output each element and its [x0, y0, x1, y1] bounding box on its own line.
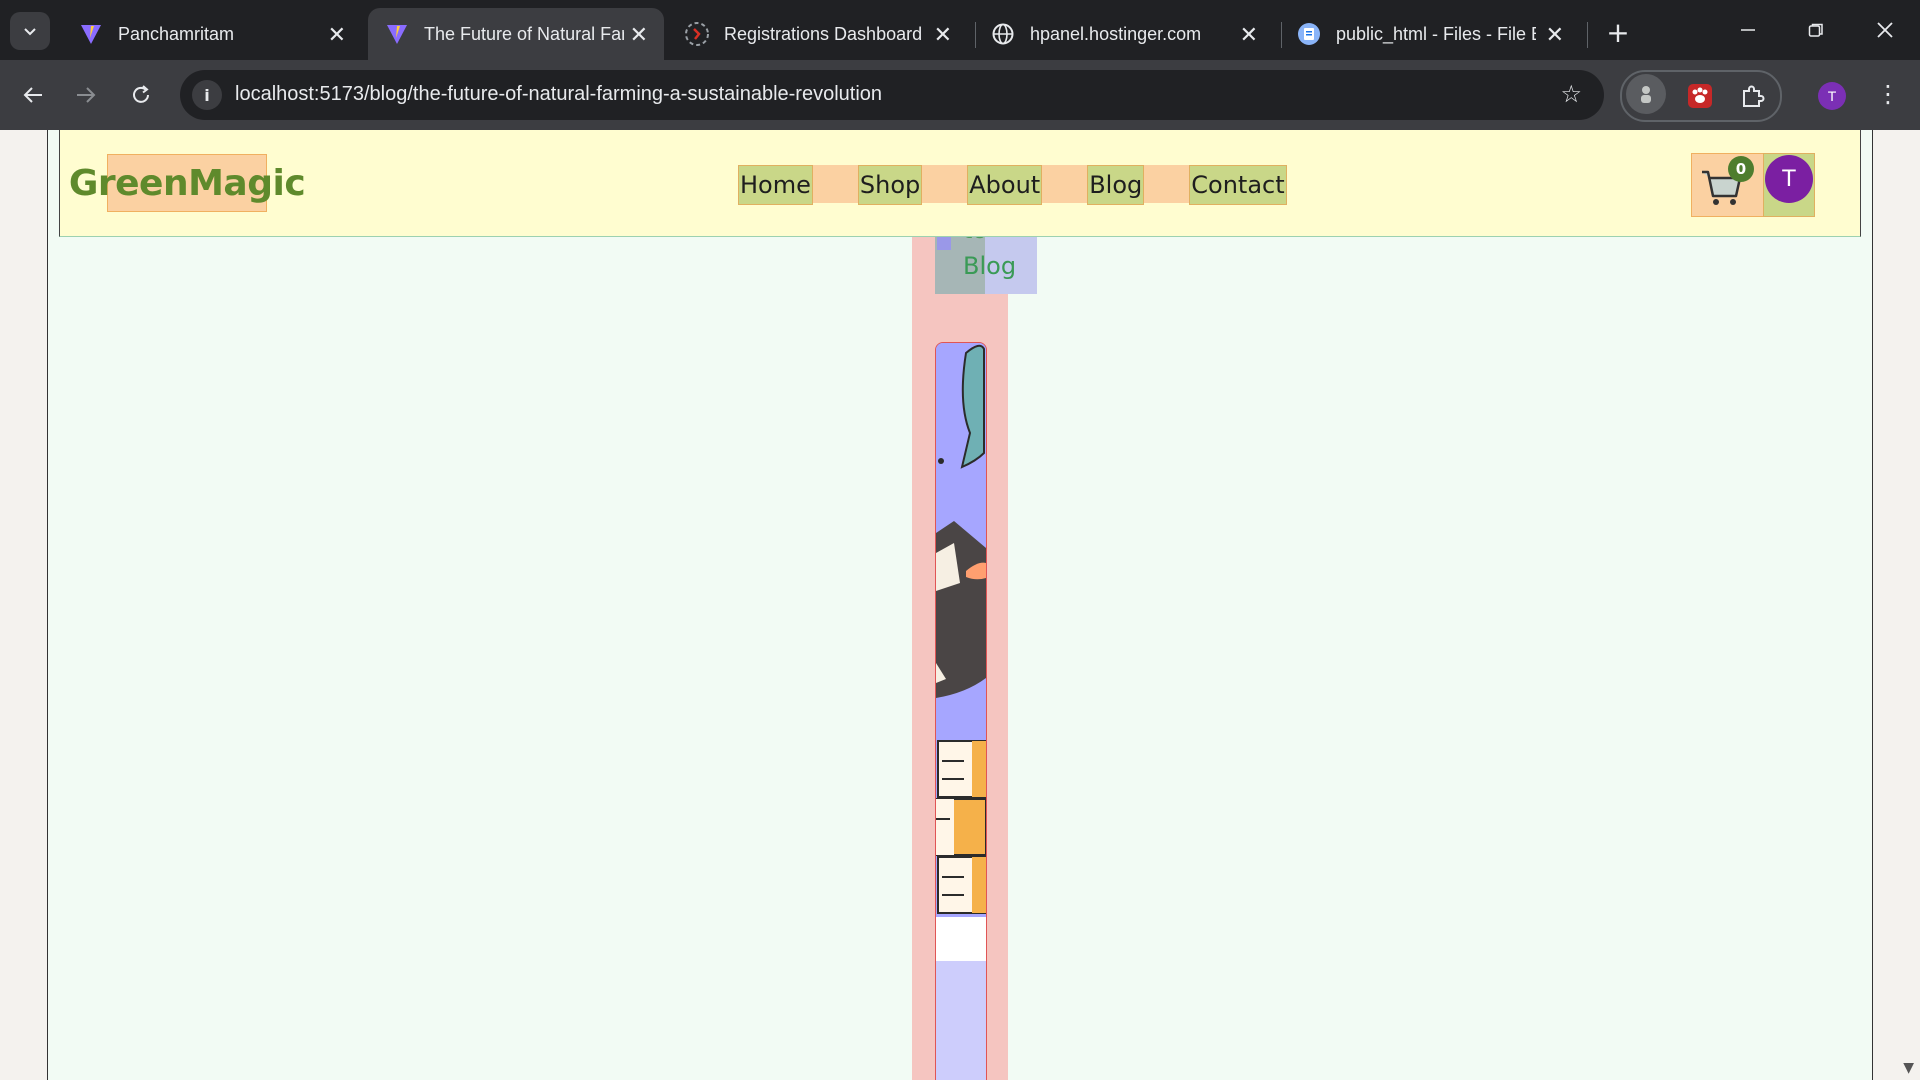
site-info-icon[interactable]: i [192, 80, 222, 110]
tab-search-button[interactable] [10, 12, 50, 50]
tab-hpanel[interactable]: hpanel.hostinger.com ✕ [974, 8, 1274, 60]
nav-spacer [1144, 165, 1190, 203]
file-manager-icon [1296, 21, 1322, 47]
featured-image [935, 342, 987, 1080]
tab-divider [975, 22, 976, 48]
tab-panchamritam[interactable]: Panchamritam ✕ [62, 8, 362, 60]
chevron-down-icon [24, 28, 36, 36]
forward-button[interactable] [67, 76, 105, 114]
profile-avatar[interactable]: T [1818, 82, 1846, 110]
close-icon[interactable]: ✕ [328, 22, 346, 48]
vite-icon [384, 21, 410, 47]
back-link-label: Blog [963, 252, 1017, 280]
tab-title: The Future of Natural Far [424, 23, 624, 44]
arrow-right-icon [77, 87, 96, 103]
close-icon[interactable]: ✕ [1546, 22, 1564, 48]
minimize-button[interactable] [1723, 10, 1773, 50]
nav-blog[interactable]: Blog [1087, 165, 1145, 205]
incognito-extension-icon[interactable] [1626, 74, 1666, 114]
close-icon [1877, 22, 1893, 38]
tab-divider [1587, 22, 1588, 48]
site-header: GreenMagic Home Shop About Blog Contact … [59, 130, 1861, 237]
nav-about[interactable]: About [967, 165, 1043, 205]
puzzle-icon[interactable] [1734, 78, 1770, 114]
featured-illustration [936, 343, 986, 1080]
cart-count-badge: 0 [1728, 156, 1754, 182]
plus-icon: + [1606, 15, 1630, 49]
nav-spacer [1042, 165, 1088, 203]
paw-extension-icon[interactable] [1682, 78, 1718, 114]
browser-toolbar: i localhost:5173/blog/the-future-of-natu… [0, 60, 1920, 130]
new-tab-button[interactable]: + [1600, 14, 1636, 50]
bookmark-star-icon[interactable]: ☆ [1560, 80, 1582, 108]
tab-future-of-natural-farming[interactable]: The Future of Natural Far ✕ [368, 8, 664, 60]
tab-title: public_html - Files - File E [1336, 23, 1536, 44]
main-nav: Home Shop About Blog Contact [738, 165, 1287, 205]
tab-registrations-dashboard[interactable]: Registrations Dashboard ✕ [668, 8, 968, 60]
arrow-left-icon [23, 87, 42, 103]
nav-spacer [812, 165, 858, 203]
nav-home[interactable]: Home [738, 165, 813, 205]
page-viewport: to Blog GreenMagic [0, 130, 1920, 1080]
restore-button[interactable] [1791, 10, 1841, 50]
address-bar[interactable]: i localhost:5173/blog/the-future-of-natu… [180, 70, 1604, 120]
reload-button[interactable] [122, 76, 160, 114]
close-icon[interactable]: ✕ [934, 22, 952, 48]
tab-title: Registrations Dashboard [724, 23, 923, 44]
nav-shop[interactable]: Shop [857, 165, 923, 205]
tab-strip: Panchamritam ✕ The Future of Natural Far… [0, 0, 1920, 60]
more-menu-icon[interactable]: ⋮ [1876, 80, 1900, 108]
user-menu[interactable]: T [1763, 153, 1815, 217]
registrations-icon [684, 21, 710, 47]
cart-button[interactable]: 0 [1691, 153, 1765, 217]
vite-icon [78, 21, 104, 47]
arrow-left-icon [937, 236, 951, 250]
back-button[interactable] [14, 76, 52, 114]
tab-title: hpanel.hostinger.com [1030, 23, 1202, 44]
site-logo[interactable]: GreenMagic [69, 154, 306, 212]
close-icon[interactable]: ✕ [630, 22, 648, 48]
nav-contact[interactable]: Contact [1189, 165, 1287, 205]
tab-title: Panchamritam [118, 23, 235, 44]
nav-spacer [922, 165, 968, 203]
extensions-group [1620, 70, 1782, 122]
restore-icon [1808, 23, 1823, 37]
back-to-blog-link[interactable]: to Blog [935, 216, 1037, 294]
reload-icon [133, 85, 149, 103]
user-avatar[interactable]: T [1765, 155, 1813, 203]
globe-icon [990, 21, 1016, 47]
tab-divider [1281, 22, 1282, 48]
tab-public-html[interactable]: public_html - Files - File E ✕ [1280, 8, 1580, 60]
scroll-down-arrow-icon[interactable]: ▼ [1903, 1060, 1914, 1076]
url-text[interactable]: localhost:5173/blog/the-future-of-natura… [235, 83, 882, 106]
minimize-icon [1741, 29, 1755, 31]
close-window-button[interactable] [1860, 10, 1910, 50]
close-icon[interactable]: ✕ [1240, 22, 1258, 48]
